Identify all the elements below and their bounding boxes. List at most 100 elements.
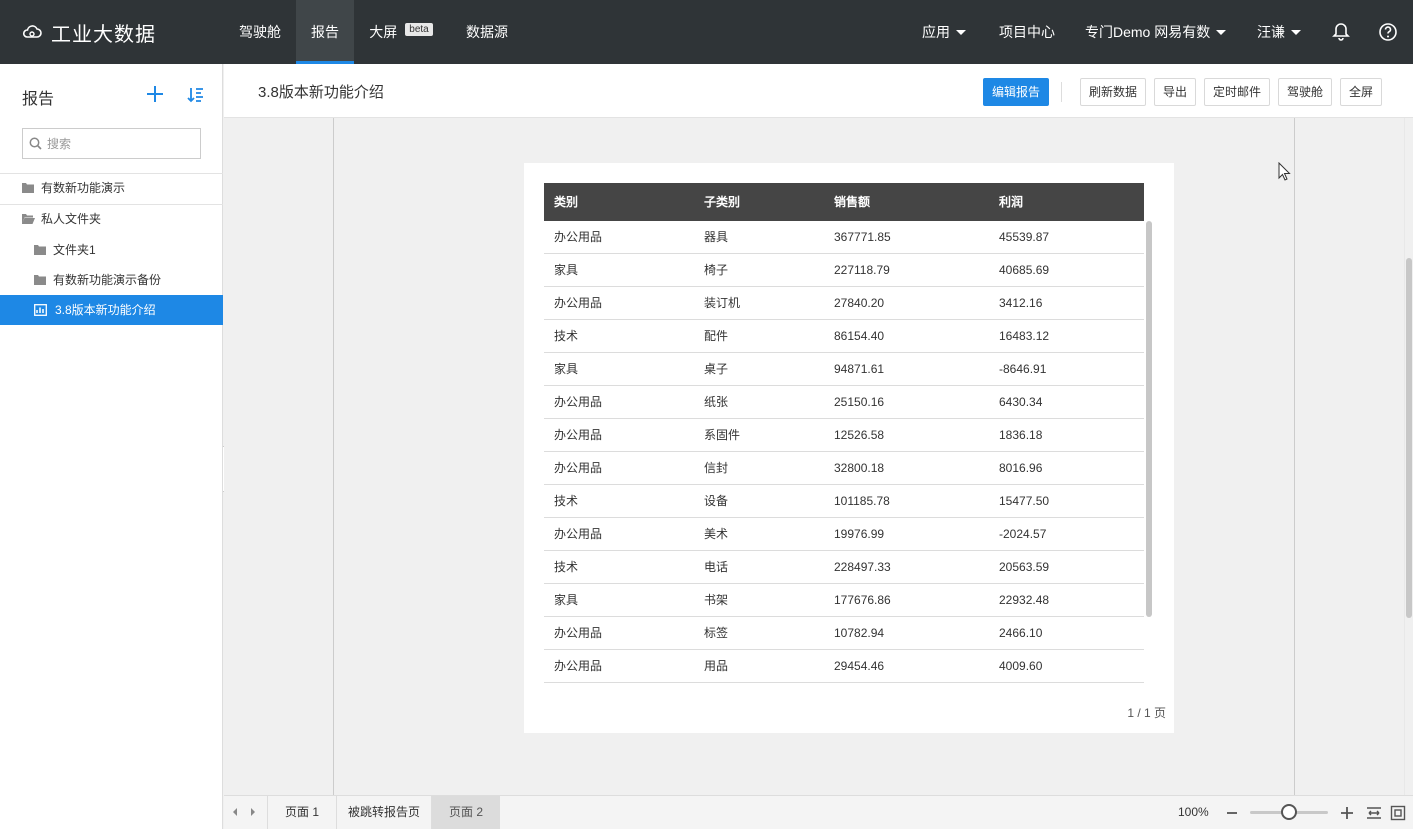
page-tab-2[interactable]: 页面 2	[431, 796, 500, 829]
tree-item-demo-backup[interactable]: 有数新功能演示备份	[0, 265, 223, 295]
project-center-link[interactable]: 项目中心	[999, 0, 1055, 64]
tree-item-private-folder[interactable]: 私人文件夹	[0, 204, 223, 234]
table-row[interactable]: 技术 设备 101185.78 15477.50	[544, 485, 1144, 518]
table-header: 类别 子类别 销售额 利润	[544, 183, 1144, 221]
table-pager: 1 / 1 页	[1127, 706, 1166, 720]
table-cell: 227118.79	[834, 263, 890, 277]
table-row[interactable]: 办公用品 器具 367771.85 45539.87	[544, 221, 1144, 254]
zoom-in-icon[interactable]	[1340, 806, 1354, 820]
help-icon[interactable]	[1378, 22, 1398, 42]
beta-badge: beta	[405, 23, 433, 36]
table-cell: 设备	[704, 494, 729, 508]
app-logo[interactable]: 工业大数据	[22, 20, 156, 46]
table-cell: 40685.69	[999, 263, 1050, 277]
tree-item-label: 私人文件夹	[41, 212, 102, 226]
table-cell: 纸张	[704, 395, 729, 409]
refresh-data-button[interactable]: 刷新数据	[1080, 78, 1147, 106]
tree-item-report-3-8[interactable]: 3.8版本新功能介绍	[0, 295, 223, 325]
nav-tab-report[interactable]: 报告	[296, 0, 354, 64]
user-name: 汪谦	[1257, 24, 1285, 40]
edit-report-button[interactable]: 编辑报告	[983, 78, 1050, 106]
cloud-logo-icon	[22, 25, 42, 38]
user-menu[interactable]: 汪谦	[1257, 0, 1301, 64]
table-row[interactable]: 办公用品 美术 19976.99 -2024.57	[544, 518, 1144, 551]
table-cell: 用品	[704, 659, 729, 673]
table-cell: 15477.50	[999, 494, 1050, 508]
tree-item-label: 3.8版本新功能介绍	[55, 303, 156, 317]
table-row[interactable]: 办公用品 用品 29454.46 4009.60	[544, 650, 1144, 683]
table-row[interactable]: 家具 桌子 94871.61 -8646.91	[544, 353, 1144, 386]
add-icon[interactable]	[145, 84, 165, 104]
tree-item-yoshu-demo[interactable]: 有数新功能演示	[0, 173, 223, 203]
canvas-scrollbar[interactable]	[1406, 258, 1412, 618]
column-header[interactable]: 子类别	[704, 183, 740, 221]
table-row[interactable]: 办公用品 装订机 27840.20 3412.16	[544, 287, 1144, 320]
report-page: 类别 子类别 销售额 利润 办公用品 器具 367771.85 45539.87 家具 椅…	[333, 118, 1295, 795]
sidebar: 报告 有数新功能演示 私人文件夹 文件夹1 有数新功能演示备份 3.8版本新功能…	[0, 64, 223, 829]
table-cell: 12526.58	[834, 428, 885, 442]
nav-tab-bigscreen-label: 大屏	[369, 24, 398, 40]
nav-tab-datasource[interactable]: 数据源	[452, 0, 522, 64]
table-cell: 45539.87	[999, 230, 1050, 244]
table-cell: 技术	[554, 560, 579, 574]
table-cell: 8016.96	[999, 461, 1043, 475]
table-cell: 10782.94	[834, 626, 885, 640]
apps-menu[interactable]: 应用	[922, 0, 966, 64]
table-cell: 4009.60	[999, 659, 1043, 673]
chevron-down-icon	[1291, 30, 1301, 35]
table-row[interactable]: 技术 电话 228497.33 20563.59	[544, 551, 1144, 584]
search-box[interactable]	[22, 128, 201, 159]
table-cell: 美术	[704, 527, 729, 541]
bell-icon[interactable]	[1331, 22, 1351, 42]
table-cell: 办公用品	[554, 428, 603, 442]
table-cell: 桌子	[704, 362, 729, 376]
nav-tab-cockpit[interactable]: 驾驶舱	[225, 0, 295, 64]
column-header[interactable]: 类别	[554, 183, 578, 221]
table-cell: 1836.18	[999, 428, 1043, 442]
table-row[interactable]: 办公用品 系固件 12526.58 1836.18	[544, 419, 1144, 452]
table-row[interactable]: 家具 椅子 227118.79 40685.69	[544, 254, 1144, 287]
zoom-slider-handle[interactable]	[1281, 804, 1297, 820]
table-row[interactable]: 技术 配件 86154.40 16483.12	[544, 320, 1144, 353]
fullscreen-button[interactable]: 全屏	[1340, 78, 1383, 106]
table-cell: 2466.10	[999, 626, 1043, 640]
page-tab-1[interactable]: 页面 1	[267, 796, 336, 829]
table-row[interactable]: 办公用品 信封 32800.18 8016.96	[544, 452, 1144, 485]
toolbar-divider	[1061, 82, 1062, 102]
column-header[interactable]: 销售额	[834, 183, 870, 221]
folder-icon	[34, 275, 46, 285]
report-canvas: 类别 子类别 销售额 利润 办公用品 器具 367771.85 45539.87 家具 椅…	[224, 118, 1413, 795]
sort-icon[interactable]	[186, 85, 206, 105]
scheduled-email-button[interactable]: 定时邮件	[1204, 78, 1271, 106]
prev-page-icon[interactable]	[230, 806, 240, 818]
table-scrollbar[interactable]	[1146, 221, 1152, 617]
table-cell: 装订机	[704, 296, 741, 310]
search-icon	[29, 137, 42, 150]
canvas-scroll-track	[1404, 118, 1405, 795]
zoom-out-icon[interactable]	[1226, 807, 1238, 819]
table-cell: 办公用品	[554, 296, 603, 310]
tree-item-folder1[interactable]: 文件夹1	[0, 235, 223, 265]
export-button[interactable]: 导出	[1154, 78, 1197, 106]
table-row[interactable]: 家具 书架 177676.86 22932.48	[544, 584, 1144, 617]
nav-tab-bigscreen[interactable]: 大屏 beta	[354, 0, 448, 64]
fit-width-icon[interactable]	[1366, 805, 1382, 821]
table-cell: 配件	[704, 329, 729, 343]
project-switcher[interactable]: 专门Demo 网易有数	[1085, 0, 1227, 64]
column-header[interactable]: 利润	[999, 183, 1023, 221]
table-cell: 22932.48	[999, 593, 1050, 607]
fit-page-icon[interactable]	[1390, 805, 1406, 821]
page-tab-jump-target[interactable]: 被跳转报告页	[336, 796, 431, 829]
next-page-icon[interactable]	[248, 806, 258, 818]
search-input[interactable]	[47, 129, 197, 158]
table-cell: 书架	[704, 593, 729, 607]
report-title: 3.8版本新功能介绍	[258, 84, 384, 101]
table-cell: 家具	[554, 362, 579, 376]
table-cell: 3412.16	[999, 296, 1043, 310]
cockpit-button[interactable]: 驾驶舱	[1278, 78, 1333, 106]
table-row[interactable]: 办公用品 纸张 25150.16 6430.34	[544, 386, 1144, 419]
table-row[interactable]: 办公用品 标签 10782.94 2466.10	[544, 617, 1144, 650]
table-cell: 20563.59	[999, 560, 1050, 574]
table-cell: 系固件	[704, 428, 741, 442]
table-cell: 16483.12	[999, 329, 1050, 343]
